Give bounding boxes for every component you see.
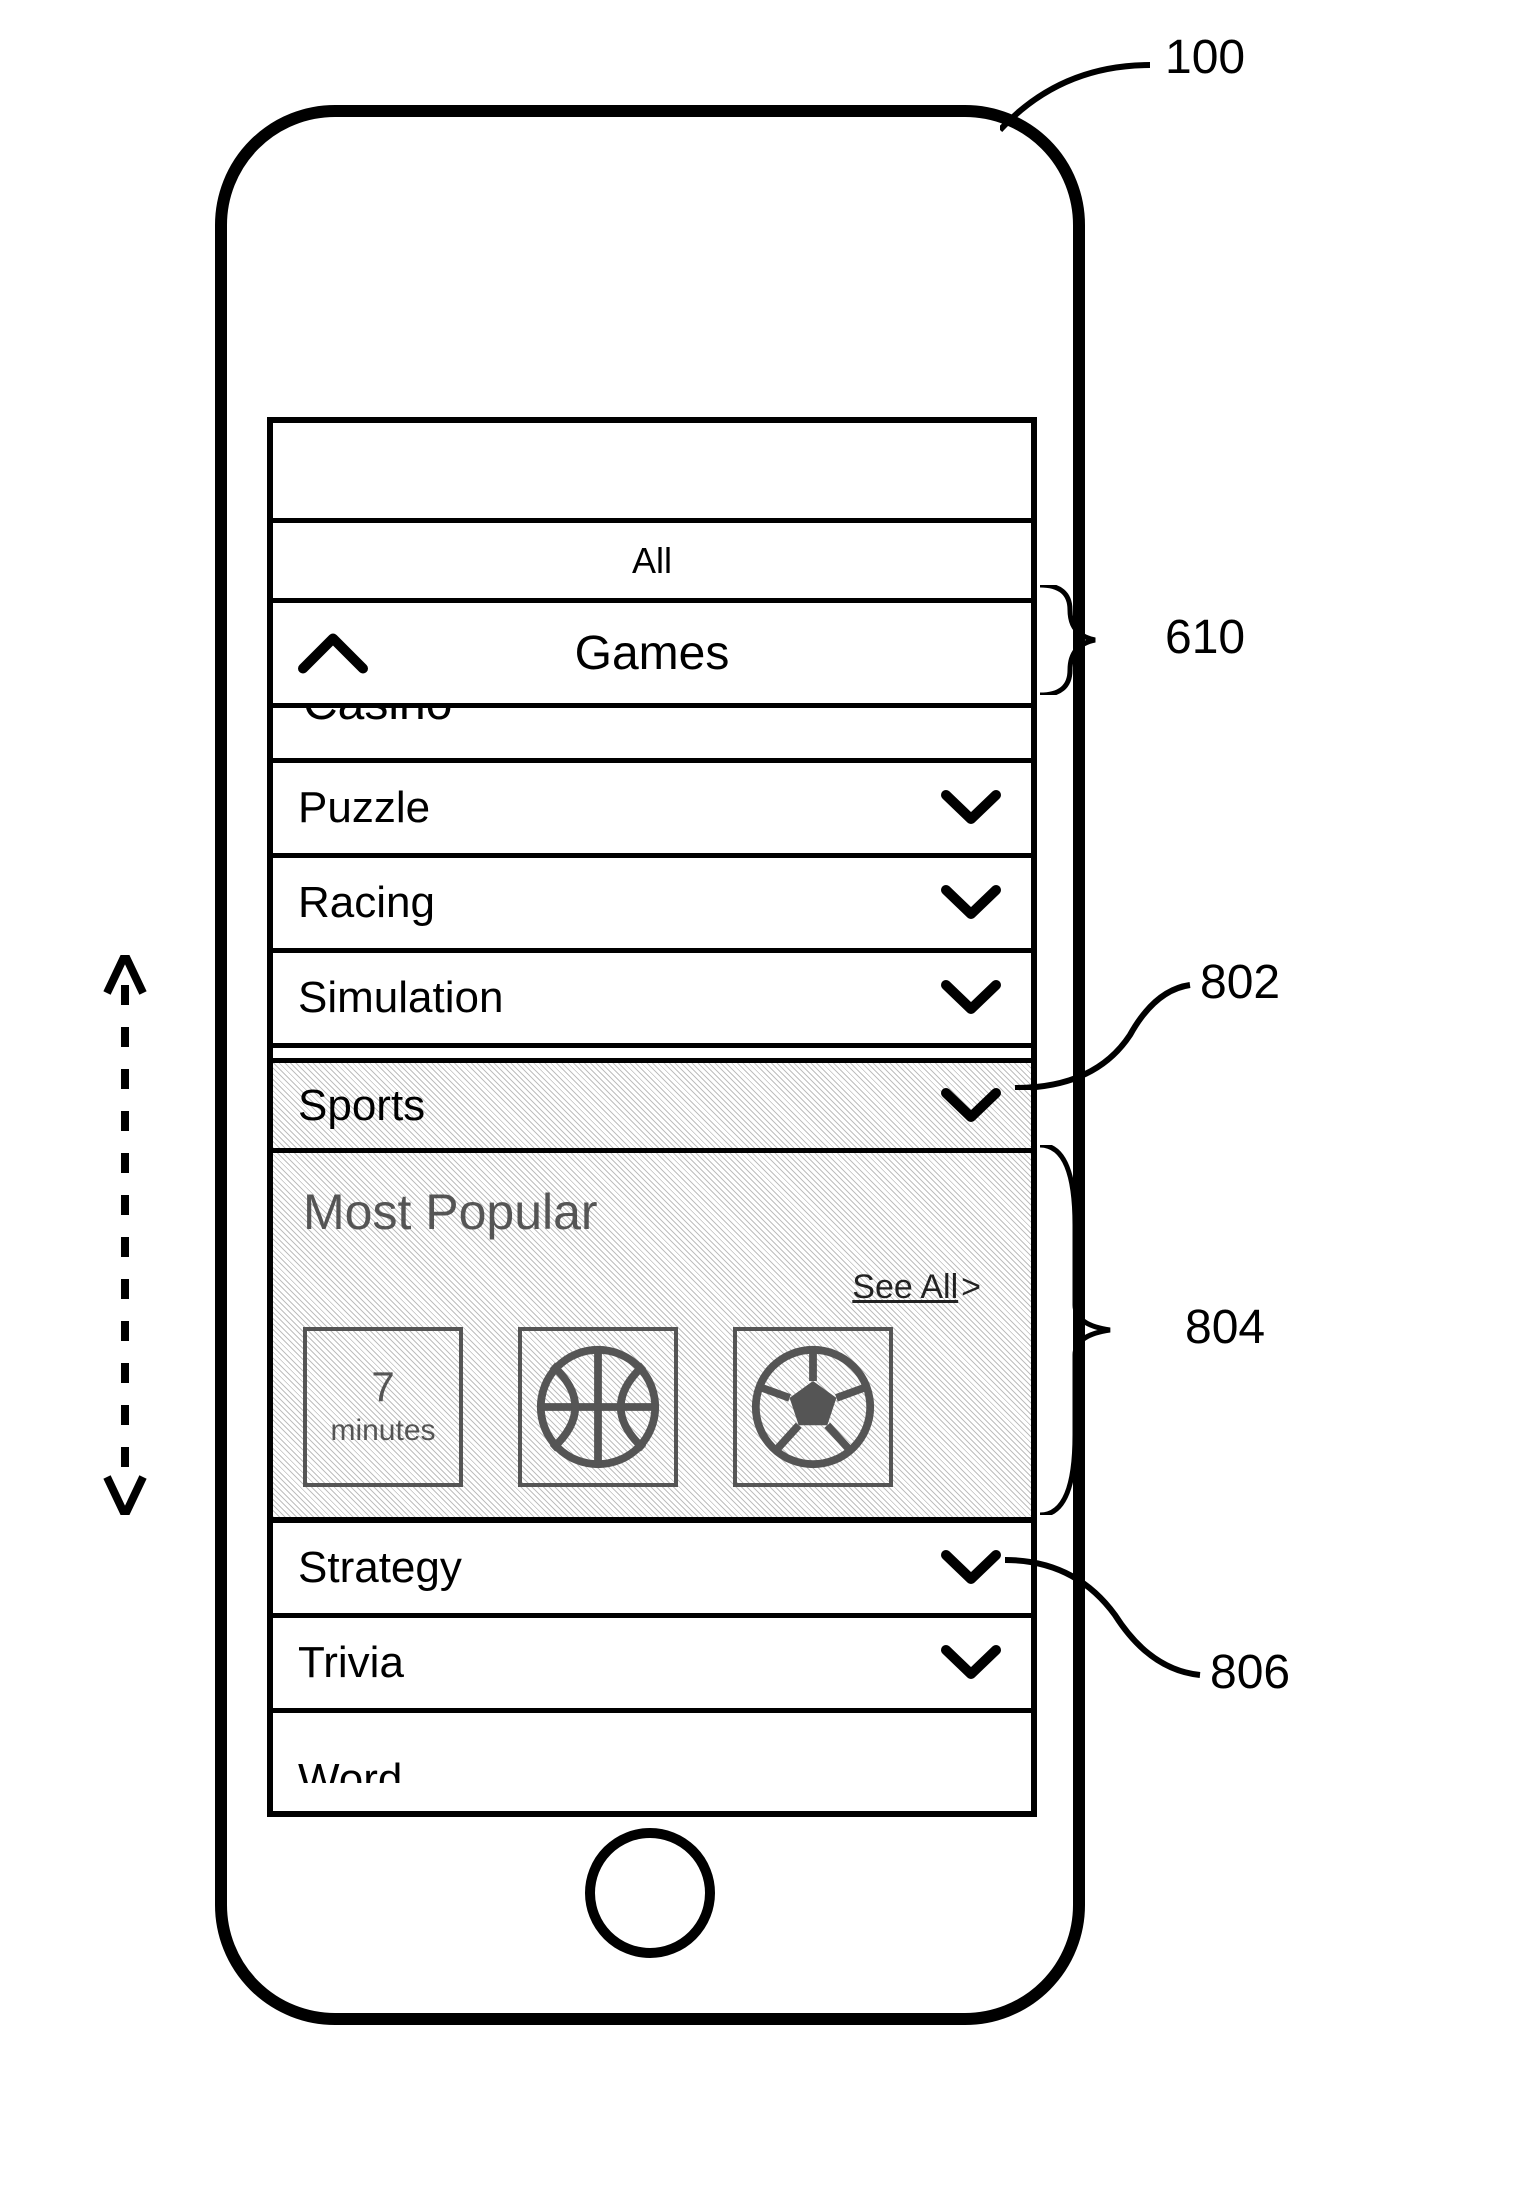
category-label: Word: [298, 1755, 402, 1783]
home-button[interactable]: [585, 1828, 715, 1958]
category-label: Puzzle: [298, 783, 430, 833]
category-row-sports[interactable]: Sports: [273, 1058, 1031, 1153]
callout-100: 100: [1165, 30, 1245, 85]
tile-line2: minutes: [330, 1414, 435, 1448]
category-label: Strategy: [298, 1543, 462, 1593]
expanded-title: Most Popular: [303, 1183, 598, 1241]
soccer-ball-icon: [748, 1342, 878, 1472]
category-label: Racing: [298, 878, 435, 928]
chevron-down-icon: [941, 1644, 1001, 1682]
see-all-link[interactable]: See All: [852, 1268, 981, 1307]
category-label: Casino: [303, 708, 452, 731]
chevron-up-icon: [298, 631, 368, 676]
leader-802: [1015, 980, 1195, 1090]
expanded-panel-sports: Most Popular See All 7 minutes: [273, 1153, 1031, 1523]
patent-figure: All Games Casino Puzzle Racing Simulat: [0, 0, 1518, 2201]
app-tile-basketball[interactable]: [518, 1327, 678, 1487]
brace-804: [1040, 1145, 1130, 1515]
chevron-down-icon: [941, 1549, 1001, 1587]
callout-802: 802: [1200, 955, 1280, 1010]
scroll-indicator-arrow: [95, 955, 155, 1515]
category-label: Trivia: [298, 1638, 404, 1688]
basketball-icon: [533, 1342, 663, 1472]
category-row-racing[interactable]: Racing: [273, 858, 1031, 953]
screen[interactable]: All Games Casino Puzzle Racing Simulat: [267, 417, 1037, 1817]
brace-610: [1040, 585, 1110, 695]
status-bar-blank: [273, 423, 1031, 523]
callout-806: 806: [1210, 1645, 1290, 1700]
section-header-games[interactable]: Games: [273, 603, 1031, 708]
tab-all-label: All: [632, 540, 672, 582]
callout-610: 610: [1165, 610, 1245, 665]
tab-all[interactable]: All: [273, 523, 1031, 603]
device-outline: All Games Casino Puzzle Racing Simulat: [215, 105, 1085, 2025]
category-label: Sports: [298, 1081, 425, 1131]
chevron-down-icon: [941, 789, 1001, 827]
chevron-down-icon: [941, 979, 1001, 1017]
app-tile-soccer[interactable]: [733, 1327, 893, 1487]
leader-100: [1000, 60, 1160, 140]
category-label: Simulation: [298, 973, 503, 1023]
app-tile-7minutes[interactable]: 7 minutes: [303, 1327, 463, 1487]
category-row-casino-partial[interactable]: Casino: [273, 708, 1031, 763]
section-header-label: Games: [575, 626, 730, 681]
tile-line1: 7: [371, 1366, 394, 1408]
leader-806: [1005, 1555, 1205, 1685]
category-row-strategy[interactable]: Strategy: [273, 1523, 1031, 1618]
chevron-down-icon: [941, 884, 1001, 922]
category-row-puzzle[interactable]: Puzzle: [273, 763, 1031, 858]
callout-804: 804: [1185, 1300, 1265, 1355]
category-row-trivia[interactable]: Trivia: [273, 1618, 1031, 1713]
chevron-down-icon: [941, 1087, 1001, 1125]
app-icon-strip[interactable]: 7 minutes: [303, 1327, 893, 1487]
category-row-simulation[interactable]: Simulation: [273, 953, 1031, 1048]
category-row-word-partial[interactable]: Word: [273, 1713, 1031, 1783]
